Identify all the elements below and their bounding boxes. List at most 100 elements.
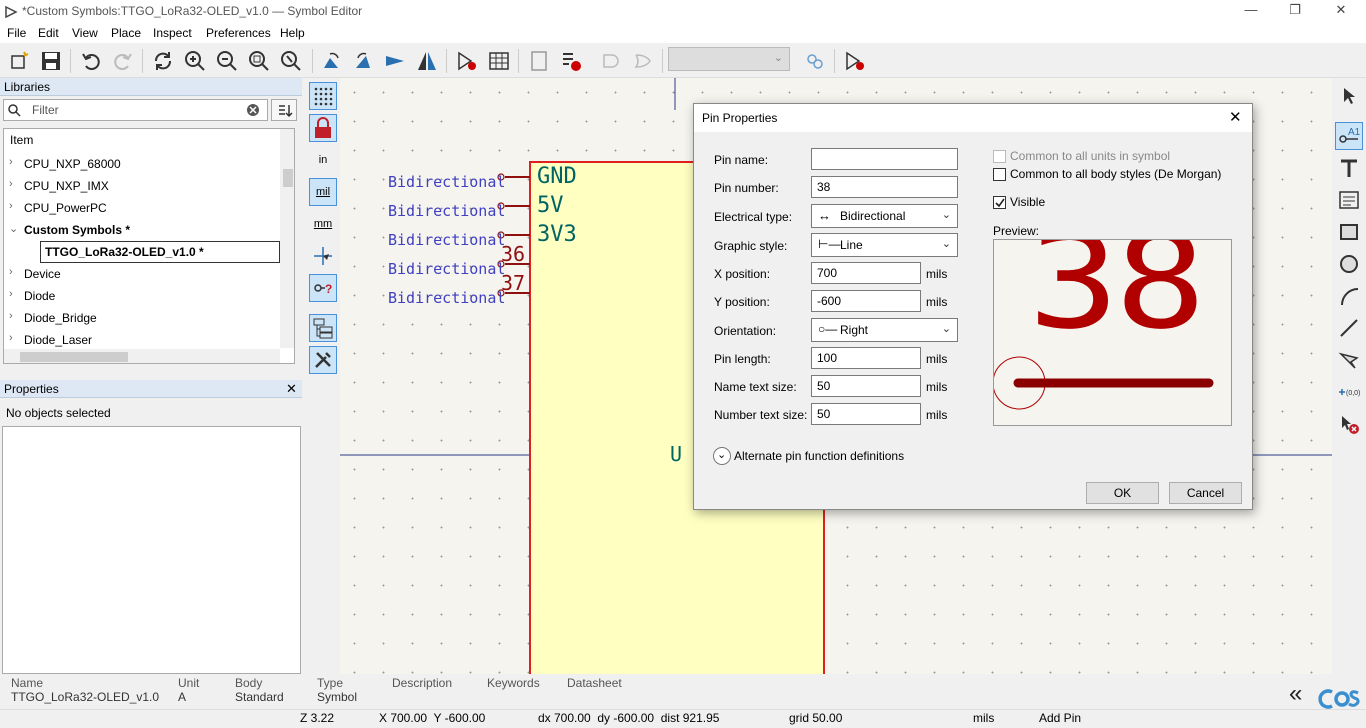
x-unit-label: mils <box>926 267 948 281</box>
sync-pins-icon[interactable] <box>802 48 828 74</box>
set-anchor-icon[interactable]: (0,0) <box>1335 378 1363 406</box>
mirror-horizontal-icon[interactable] <box>382 48 408 74</box>
add-text-icon[interactable] <box>1335 154 1363 182</box>
collapse-panel-icon[interactable]: « <box>1289 680 1302 708</box>
name-text-size-input[interactable]: 50 <box>811 375 921 397</box>
new-symbol-icon[interactable] <box>6 48 32 74</box>
tree-item[interactable]: › Diode_Laser <box>4 329 280 351</box>
redo-icon[interactable] <box>110 48 136 74</box>
menu-view[interactable]: View <box>72 26 98 40</box>
tree-item[interactable]: › Diode <box>4 285 280 307</box>
common-units-checkbox[interactable] <box>993 150 1006 163</box>
zoom-fit-icon[interactable] <box>246 48 272 74</box>
tree-item[interactable]: › CPU_NXP_IMX <box>4 175 280 197</box>
units-inches-button[interactable]: in <box>309 146 337 174</box>
pin-table-icon[interactable] <box>486 48 512 74</box>
zoom-selection-icon[interactable] <box>278 48 304 74</box>
show-pin-electrical-type-icon[interactable]: ? <box>309 274 337 302</box>
sort-button[interactable] <box>271 99 297 121</box>
pin-length-input[interactable]: 100 <box>811 347 921 369</box>
svg-text:(0,0): (0,0) <box>1346 390 1360 397</box>
preview-pin-graphic <box>994 356 1214 410</box>
zoom-out-icon[interactable] <box>214 48 240 74</box>
menu-preferences[interactable]: Preferences <box>206 26 271 40</box>
tree-item-expanded[interactable]: ⌄ Custom Symbols * <box>4 219 280 241</box>
delete-tool-icon[interactable] <box>1335 410 1363 438</box>
grid-toggle-icon[interactable] <box>309 82 337 110</box>
tree-item[interactable]: › Diode_Bridge <box>4 307 280 329</box>
number-text-size-input[interactable]: 50 <box>811 403 921 425</box>
show-de-morgan-alternate-icon[interactable] <box>630 48 656 74</box>
number-text-size-label: Number text size: <box>714 408 808 422</box>
add-line-icon[interactable] <box>1335 314 1363 342</box>
cancel-button[interactable]: Cancel <box>1169 482 1242 504</box>
refresh-icon[interactable] <box>150 48 176 74</box>
library-filter-input[interactable]: Filter <box>3 99 268 121</box>
tree-horizontal-scrollbar[interactable] <box>4 349 280 363</box>
select-arrow-icon[interactable] <box>1335 82 1363 110</box>
electrical-type-label: Electrical type: <box>714 210 793 224</box>
symbol-properties-icon[interactable] <box>454 48 480 74</box>
tree-vertical-scrollbar[interactable] <box>280 129 294 348</box>
chevron-down-icon: ⌄ <box>941 238 951 250</box>
right-toolbar: A1 (0,0) <box>1332 78 1366 674</box>
scrollbar-thumb[interactable] <box>283 169 293 187</box>
tree-item[interactable]: › CPU_NXP_68000 <box>4 153 280 175</box>
orientation-label: Orientation: <box>714 324 777 338</box>
minimize-button[interactable]: — <box>1241 2 1261 17</box>
cursor-crosshair-icon[interactable] <box>309 242 337 270</box>
ok-button[interactable]: OK <box>1086 482 1159 504</box>
close-icon[interactable]: ✕ <box>286 381 297 397</box>
x-position-input[interactable]: 700 <box>811 262 921 284</box>
electrical-type-select[interactable]: ↔ Bidirectional ⌄ <box>811 204 958 228</box>
visible-checkbox[interactable] <box>993 196 1006 209</box>
close-window-button[interactable]: ✕ <box>1331 2 1351 18</box>
restore-button[interactable]: ❐ <box>1285 2 1305 18</box>
orientation-select[interactable]: ○— Right ⌄ <box>811 318 958 342</box>
zoom-in-icon[interactable] <box>182 48 208 74</box>
clear-filter-icon[interactable] <box>246 103 260 117</box>
menu-inspect[interactable]: Inspect <box>153 26 192 40</box>
tree-item[interactable]: › CPU_PowerPC <box>4 197 280 219</box>
undo-icon[interactable] <box>78 48 104 74</box>
dialog-close-icon[interactable]: ✕ <box>1229 108 1242 126</box>
units-mils-button[interactable]: mil <box>309 178 337 206</box>
grid-lock-icon[interactable] <box>309 114 337 142</box>
tree-item-selected[interactable]: TTGO_LoRa32-OLED_v1.0 * <box>40 241 280 263</box>
symbol-hierarchy-icon[interactable] <box>309 314 337 342</box>
pin-number-input[interactable]: 38 <box>811 176 958 198</box>
add-polygon-icon[interactable] <box>1335 346 1363 374</box>
mirror-vertical-icon[interactable] <box>414 48 440 74</box>
add-textbox-icon[interactable] <box>1335 186 1363 214</box>
chevron-right-icon: › <box>9 332 13 344</box>
show-de-morgan-standard-icon[interactable] <box>598 48 624 74</box>
units-mm-button[interactable]: mm <box>309 210 337 238</box>
rotate-cw-icon[interactable] <box>350 48 376 74</box>
common-body-styles-checkbox[interactable] <box>993 168 1006 181</box>
rotate-ccw-icon[interactable] <box>318 48 344 74</box>
expand-alternates-button[interactable]: ⌄ <box>713 447 731 465</box>
graphic-style-select[interactable]: ⊢— Line ⌄ <box>811 233 958 257</box>
add-to-schematic-icon[interactable] <box>842 48 868 74</box>
add-rectangle-icon[interactable] <box>1335 218 1363 246</box>
scrollbar-thumb[interactable] <box>20 352 128 362</box>
menu-help[interactable]: Help <box>280 26 305 40</box>
dialog-title: Pin Properties <box>702 111 778 125</box>
pin-name: GND <box>537 164 577 189</box>
datasheet-icon[interactable] <box>526 48 552 74</box>
check-symbol-icon[interactable] <box>558 48 584 74</box>
pin-name-input[interactable] <box>811 148 958 170</box>
alternate-pin-functions-label[interactable]: Alternate pin function definitions <box>734 449 904 463</box>
properties-tools-icon[interactable] <box>309 346 337 374</box>
unit-selector-dropdown[interactable]: ⌄ <box>668 47 790 71</box>
add-arc-icon[interactable] <box>1335 282 1363 310</box>
menu-place[interactable]: Place <box>111 26 141 40</box>
menu-file[interactable]: File <box>7 26 26 40</box>
tree-item[interactable]: › Device <box>4 263 280 285</box>
add-pin-icon[interactable]: A1 <box>1335 122 1363 150</box>
save-icon[interactable] <box>38 48 64 74</box>
y-position-input[interactable]: -600 <box>811 290 921 312</box>
add-circle-icon[interactable] <box>1335 250 1363 278</box>
status-keywords-header: Keywords <box>487 676 540 690</box>
menu-edit[interactable]: Edit <box>38 26 59 40</box>
